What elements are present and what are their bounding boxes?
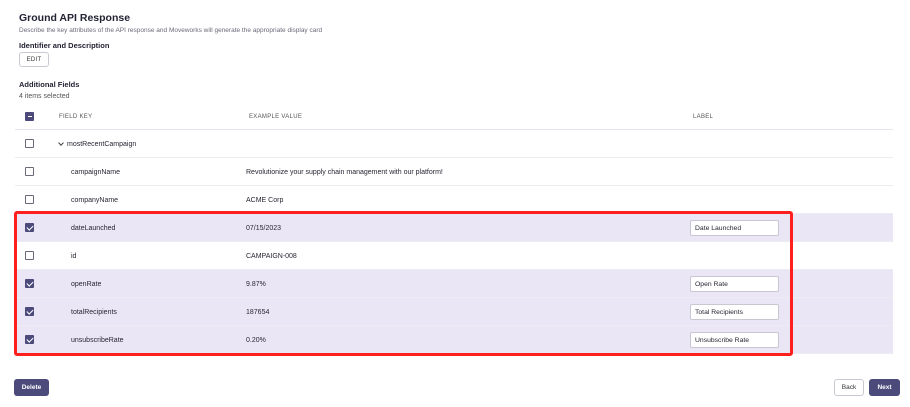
label-input[interactable]: Total Recipients [690,304,779,320]
field-key-cell: id [71,242,76,270]
table-row[interactable]: openRate 9.87% Open Rate [15,270,893,298]
header-example-value: EXAMPLE VALUE [249,114,303,120]
example-value: 187654 [246,308,270,316]
row-checkbox[interactable] [25,251,34,260]
fields-table: FIELD KEY EXAMPLE VALUE LABEL mostRecent… [15,104,893,354]
example-value: CAMPAIGN-008 [246,252,297,260]
field-key: dateLaunched [71,224,116,232]
table-header: FIELD KEY EXAMPLE VALUE LABEL [15,104,893,130]
table-row[interactable]: campaignName Revolutionize your supply ch… [15,158,893,186]
page-header: Ground API Response Describe the key att… [19,12,322,34]
example-value: 9.87% [246,280,266,288]
label-input[interactable]: Unsubscribe Rate [690,332,779,348]
page-subtitle: Describe the key attributes of the API r… [19,27,323,34]
label-input[interactable]: Open Rate [690,276,779,292]
table-row[interactable]: dateLaunched 07/15/2023 Date Launched [15,214,893,242]
back-button[interactable]: Back [834,379,864,396]
additional-fields-label: Additional Fields [19,80,80,89]
example-value: 0.20% [246,336,266,344]
row-checkbox[interactable] [25,279,34,288]
table-row[interactable]: companyName ACME Corp [15,186,893,214]
field-key: id [71,252,77,260]
table-row[interactable]: totalRecipients 187654 Total Recipients [15,298,893,326]
field-key: openRate [71,280,102,288]
edit-button[interactable]: EDIT [19,52,49,67]
field-key: companyName [71,196,119,204]
delete-button[interactable]: Delete [14,379,49,396]
chevron-down-icon[interactable] [58,139,64,146]
table-row[interactable]: mostRecentCampaign [15,130,893,158]
identifier-section-label: Identifier and Description [19,41,110,50]
example-value: Revolutionize your supply chain manageme… [246,168,443,176]
items-selected-count: 4 items selected [19,93,70,100]
row-checkbox[interactable] [25,195,34,204]
table-row[interactable]: unsubscribeRate 0.20% Unsubscribe Rate [15,326,893,354]
select-all-checkbox[interactable] [25,112,34,121]
row-checkbox[interactable] [25,307,34,316]
field-key: campaignName [71,168,121,176]
field-key-cell: campaignName [71,158,120,186]
row-checkbox[interactable] [25,167,34,176]
field-key-cell: companyName [71,186,118,214]
example-value: ACME Corp [246,196,284,204]
next-button[interactable]: Next [869,379,900,396]
field-key: totalRecipients [71,308,117,316]
page-title: Ground API Response [19,12,131,24]
field-key-cell: dateLaunched [71,214,115,242]
field-key: unsubscribeRate [71,336,124,344]
row-checkbox[interactable] [25,223,34,232]
field-key-cell: openRate [71,270,101,298]
example-value: 07/15/2023 [246,224,282,232]
field-key-cell: mostRecentCampaign [58,130,137,158]
table-row[interactable]: id CAMPAIGN-008 [15,242,893,270]
header-label: LABEL [693,114,714,120]
row-checkbox[interactable] [25,335,34,344]
row-checkbox[interactable] [25,139,34,148]
field-key-cell: unsubscribeRate [71,326,124,354]
field-key: mostRecentCampaign [67,140,137,148]
field-key-cell: totalRecipients [71,298,117,326]
header-field-key: FIELD KEY [59,114,93,120]
label-input[interactable]: Date Launched [690,220,779,236]
